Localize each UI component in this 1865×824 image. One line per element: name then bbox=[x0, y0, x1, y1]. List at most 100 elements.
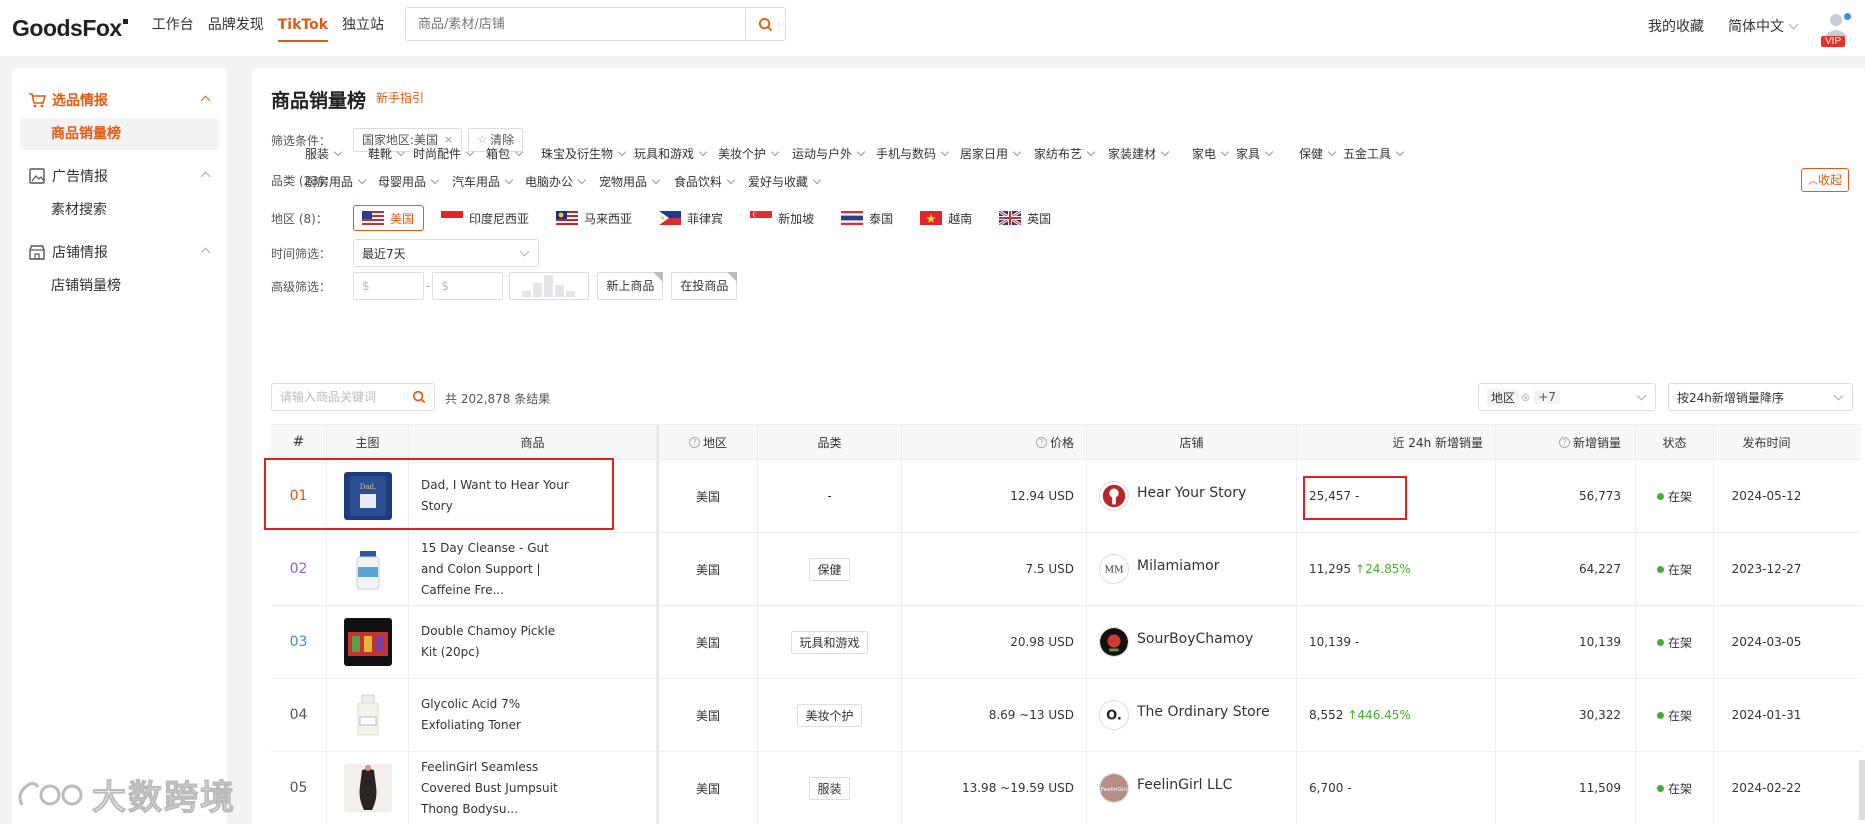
col-region[interactable]: ? 地区 bbox=[659, 425, 758, 459]
region-multi-select[interactable]: 地区 ⊗ +7 bbox=[1478, 383, 1656, 411]
row-price: 7.5 USD bbox=[902, 533, 1087, 605]
product-name[interactable]: 15 Day Cleanse - Gut and Colon Support |… bbox=[409, 533, 657, 605]
category-option[interactable]: 居家日用 bbox=[960, 145, 1022, 162]
row-shop[interactable]: Hear Your Story bbox=[1087, 460, 1297, 532]
row-new-sales: 64,227 bbox=[1496, 533, 1636, 605]
col-new-sales[interactable]: ? 新增销量 bbox=[1496, 425, 1636, 459]
sort-select[interactable]: 按24h新增销量降序 bbox=[1668, 383, 1853, 411]
category-option[interactable]: 汽车用品 bbox=[452, 173, 514, 190]
col-sales-24h[interactable]: 近 24h 新增销量 bbox=[1297, 425, 1496, 459]
row-shop[interactable]: SourBoyChamoy bbox=[1087, 606, 1297, 678]
category-badge[interactable]: 美妆个护 bbox=[797, 703, 862, 727]
product-name[interactable]: Double Chamoy Pickle Kit (20pc) bbox=[409, 606, 657, 678]
new-products-toggle[interactable]: 新上商品 bbox=[597, 272, 664, 300]
category-option[interactable]: 珠宝及衍生物 bbox=[541, 145, 627, 162]
category-option[interactable]: 母婴用品 bbox=[378, 173, 440, 190]
product-name[interactable]: Glycolic Acid 7% Exfoliating Toner bbox=[409, 679, 657, 751]
status-dot-icon bbox=[1656, 492, 1664, 500]
category-option[interactable]: 家装建材 bbox=[1108, 145, 1170, 162]
sidebar-item-product-sales-rank[interactable]: 商品销量榜 bbox=[20, 118, 219, 150]
nav-tiktok[interactable]: TikTok bbox=[277, 0, 329, 56]
category-option[interactable]: 手机与数码 bbox=[876, 145, 950, 162]
category-option[interactable]: 运动与户外 bbox=[792, 145, 866, 162]
sidebar-item-store-sales-rank[interactable]: 店铺销量榜 bbox=[20, 270, 219, 302]
table-row[interactable]: 03 Double Chamoy Pickle Kit (20pc) 美国 玩具和游戏… bbox=[271, 606, 1861, 679]
nav-brand-discovery[interactable]: 品牌发现 bbox=[208, 0, 264, 56]
global-search-input[interactable] bbox=[406, 8, 745, 40]
category-option[interactable]: 箱包 bbox=[486, 145, 524, 162]
nav-independent-site[interactable]: 独立站 bbox=[342, 0, 384, 56]
logo[interactable]: GoodsFox bbox=[12, 15, 128, 42]
price-histogram[interactable] bbox=[509, 272, 590, 300]
row-status: 在架 bbox=[1636, 533, 1714, 605]
user-avatar[interactable]: VIP bbox=[1821, 11, 1851, 47]
region-option-th[interactable]: 泰国 bbox=[832, 205, 903, 231]
sidebar-group-product-intel[interactable]: 选品情报 bbox=[12, 86, 227, 114]
col-date[interactable]: 发布时间 bbox=[1714, 425, 1819, 459]
sidebar-item-creative-search[interactable]: 素材搜索 bbox=[20, 194, 219, 226]
sidebar-group-ad-intel[interactable]: 广告情报 bbox=[12, 162, 227, 190]
region-option-gb[interactable]: 英国 bbox=[990, 205, 1061, 231]
scrollbar[interactable] bbox=[1859, 760, 1865, 820]
region-option-sg[interactable]: 新加坡 bbox=[741, 205, 824, 231]
category-option[interactable]: 厨房用品 bbox=[305, 173, 367, 190]
shop-name[interactable]: FeelinGirl LLC bbox=[1137, 777, 1232, 793]
search-button[interactable] bbox=[745, 8, 785, 40]
region-option-id[interactable]: 印度尼西亚 bbox=[432, 205, 539, 231]
keyword-search-input[interactable]: 请输入商品关键词 bbox=[271, 383, 435, 411]
collapse-button[interactable]: ︿收起 bbox=[1800, 168, 1849, 192]
region-option-ph[interactable]: 菲律宾 bbox=[650, 205, 733, 231]
language-select[interactable]: 简体中文 bbox=[1728, 16, 1799, 36]
category-option[interactable]: 服装 bbox=[305, 145, 343, 162]
search-icon[interactable] bbox=[412, 390, 426, 404]
category-option[interactable]: 玩具和游戏 bbox=[634, 145, 708, 162]
category-badge[interactable]: 保健 bbox=[809, 557, 850, 581]
row-shop[interactable]: MM Milamiamor bbox=[1087, 533, 1297, 605]
category-badge[interactable]: 服装 bbox=[809, 776, 850, 800]
table-row[interactable]: 05 FeelinGirl Seamless Covered Bust Jumps… bbox=[271, 752, 1861, 824]
product-thumbnail[interactable] bbox=[327, 679, 409, 751]
category-option[interactable]: 五金工具 bbox=[1343, 145, 1405, 162]
category-option[interactable]: 鞋靴 bbox=[368, 145, 406, 162]
time-range-select[interactable]: 最近7天 bbox=[353, 239, 539, 267]
category-badge[interactable]: 玩具和游戏 bbox=[791, 630, 868, 654]
row-region: 美国 bbox=[659, 533, 758, 605]
region-option-us[interactable]: 美国 bbox=[353, 205, 425, 231]
category-option[interactable]: 爱好与收藏 bbox=[748, 173, 822, 190]
shop-name[interactable]: SourBoyChamoy bbox=[1137, 631, 1253, 647]
col-price[interactable]: ? 价格 bbox=[902, 425, 1087, 459]
region-option-my[interactable]: 马来西亚 bbox=[547, 205, 642, 231]
row-shop[interactable]: FeelinGirl FeelinGirl LLC bbox=[1087, 752, 1297, 824]
shop-name[interactable]: Milamiamor bbox=[1137, 558, 1220, 574]
product-image bbox=[343, 545, 392, 593]
category-option[interactable]: 时尚配件 bbox=[413, 145, 475, 162]
shop-name[interactable]: Hear Your Story bbox=[1137, 485, 1246, 501]
nav-workbench[interactable]: 工作台 bbox=[152, 0, 194, 56]
product-thumbnail[interactable] bbox=[327, 533, 409, 605]
shop-name[interactable]: The Ordinary Store bbox=[1137, 704, 1270, 720]
region-option-vn[interactable]: 越南 bbox=[911, 205, 982, 231]
col-shop: 店铺 bbox=[1087, 425, 1297, 459]
category-option[interactable]: 家具 bbox=[1236, 145, 1274, 162]
price-max-input[interactable]: $ bbox=[432, 272, 504, 300]
close-icon[interactable]: ⊗ bbox=[1521, 391, 1530, 404]
product-thumbnail[interactable] bbox=[327, 752, 409, 824]
category-option[interactable]: 宠物用品 bbox=[599, 173, 661, 190]
sidebar-group-store-intel[interactable]: 店铺情报 bbox=[12, 238, 227, 266]
category-option[interactable]: 家纺布艺 bbox=[1034, 145, 1096, 162]
category-option[interactable]: 食品饮料 bbox=[674, 173, 736, 190]
in-ads-toggle[interactable]: 在投商品 bbox=[671, 272, 738, 300]
table-row[interactable]: 04 Glycolic Acid 7% Exfoliating Toner 美国 美妆… bbox=[271, 679, 1861, 752]
category-option[interactable]: 电脑办公 bbox=[525, 173, 587, 190]
category-option[interactable]: 保健 bbox=[1299, 145, 1337, 162]
product-name[interactable]: FeelinGirl Seamless Covered Bust Jumpsui… bbox=[409, 752, 657, 824]
beginner-guide-link[interactable]: 新手指引 bbox=[376, 89, 424, 106]
row-category: 服装 bbox=[758, 752, 902, 824]
category-option[interactable]: 家电 bbox=[1192, 145, 1230, 162]
category-option[interactable]: 美妆个护 bbox=[718, 145, 780, 162]
my-favorites-link[interactable]: 我的收藏 bbox=[1648, 16, 1704, 36]
row-shop[interactable]: O. The Ordinary Store bbox=[1087, 679, 1297, 751]
product-thumbnail[interactable] bbox=[327, 606, 409, 678]
table-row[interactable]: 02 15 Day Cleanse - Gut and Colon Support… bbox=[271, 533, 1861, 606]
price-min-input[interactable]: $ bbox=[353, 272, 424, 300]
